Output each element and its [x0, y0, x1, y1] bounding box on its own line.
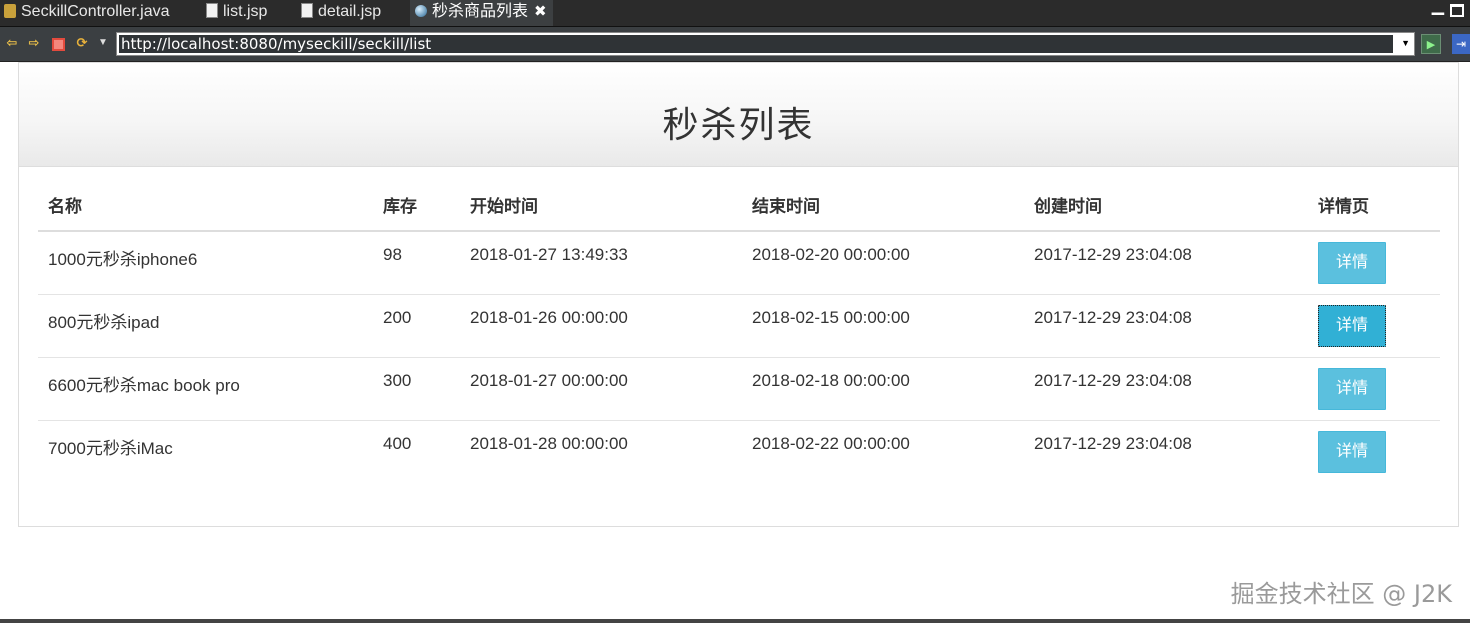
seckill-panel: 秒杀列表 名称 库存 开始时间 结束时间 创建时间 详情页 1000元秒杀iph…	[18, 62, 1459, 527]
create-time: 2017-12-29 23:04:08	[1034, 245, 1192, 264]
tab-label: detail.jsp	[318, 3, 382, 20]
tab-list-jsp[interactable]: list.jsp	[206, 0, 267, 26]
go-icon[interactable]: ▶	[1421, 34, 1441, 54]
browser-toolbar: ⇦ ⇨ ⟳ ▼ http://localhost:8080/myseckill/…	[0, 27, 1470, 62]
detail-button[interactable]: 详情	[1318, 431, 1386, 473]
maximize-icon[interactable]	[1450, 4, 1464, 17]
product-name: 1000元秒杀iphone6	[48, 250, 198, 269]
close-icon[interactable]: ✖	[534, 3, 547, 20]
product-name: 6600元秒杀mac book pro	[48, 376, 240, 395]
seckill-table: 名称 库存 开始时间 结束时间 创建时间 详情页 1000元秒杀iphone6 …	[38, 178, 1440, 483]
end-time: 2018-02-18 00:00:00	[752, 371, 910, 390]
table-row: 800元秒杀ipad 200 2018-01-26 00:00:00 2018-…	[38, 294, 1440, 358]
stock-count: 400	[383, 434, 412, 453]
tab-seckill-list-browser[interactable]: 秒杀商品列表 ✖	[410, 0, 553, 26]
history-dropdown-icon[interactable]: ▼	[95, 35, 111, 51]
table-header-row: 名称 库存 开始时间 结束时间 创建时间 详情页	[38, 178, 1440, 232]
globe-icon	[415, 4, 427, 17]
product-name: 800元秒杀ipad	[48, 313, 160, 332]
tab-label: list.jsp	[223, 3, 268, 20]
panel-heading: 秒杀列表	[19, 63, 1458, 167]
stock-count: 200	[383, 308, 412, 327]
stop-icon[interactable]	[52, 38, 65, 51]
end-time: 2018-02-15 00:00:00	[752, 308, 910, 327]
jsp-file-icon	[301, 3, 313, 19]
end-time: 2018-02-20 00:00:00	[752, 245, 910, 264]
end-time: 2018-02-22 00:00:00	[752, 434, 910, 453]
start-time: 2018-01-26 00:00:00	[470, 308, 628, 327]
column-header-detail: 详情页	[1308, 178, 1440, 232]
create-time: 2017-12-29 23:04:08	[1034, 308, 1192, 327]
column-header-end-time: 结束时间	[742, 178, 1024, 232]
column-header-name: 名称	[38, 178, 373, 232]
watermark: 掘金技术社区 @ J2K	[1230, 580, 1452, 608]
start-time: 2018-01-27 13:49:33	[470, 245, 628, 264]
minimize-icon[interactable]: ▁	[1432, 0, 1444, 16]
url-text[interactable]: http://localhost:8080/myseckill/seckill/…	[119, 35, 1393, 53]
table-row: 6600元秒杀mac book pro 300 2018-01-27 00:00…	[38, 357, 1440, 421]
start-time: 2018-01-27 00:00:00	[470, 371, 628, 390]
create-time: 2017-12-29 23:04:08	[1034, 434, 1192, 453]
detail-button[interactable]: 详情	[1318, 305, 1386, 347]
refresh-icon[interactable]: ⟳	[74, 35, 90, 51]
page-title: 秒杀列表	[662, 105, 815, 146]
product-name: 7000元秒杀iMac	[48, 439, 173, 458]
table-row: 1000元秒杀iphone6 98 2018-01-27 13:49:33 20…	[38, 231, 1440, 295]
detail-button[interactable]: 详情	[1318, 368, 1386, 410]
tab-label: SeckillController.java	[21, 3, 170, 20]
forward-arrow-icon[interactable]: ⇨	[26, 35, 42, 51]
java-file-icon	[4, 3, 16, 18]
tab-seckill-controller[interactable]: SeckillController.java	[4, 0, 170, 26]
column-header-stock: 库存	[373, 178, 460, 232]
back-arrow-icon[interactable]: ⇦	[4, 35, 20, 51]
create-time: 2017-12-29 23:04:08	[1034, 371, 1192, 390]
jsp-file-icon	[206, 3, 218, 19]
url-bar[interactable]: http://localhost:8080/myseckill/seckill/…	[116, 32, 1415, 56]
column-header-create-time: 创建时间	[1024, 178, 1308, 232]
bottom-border	[0, 619, 1470, 623]
stock-count: 300	[383, 371, 412, 390]
table-row: 7000元秒杀iMac 400 2018-01-28 00:00:00 2018…	[38, 421, 1440, 484]
stock-count: 98	[383, 245, 402, 264]
editor-tab-bar: SeckillController.java list.jsp detail.j…	[0, 0, 1470, 27]
tab-label: 秒杀商品列表	[432, 3, 529, 20]
chevron-down-icon[interactable]: ▼	[1401, 38, 1410, 48]
column-header-start-time: 开始时间	[460, 178, 742, 232]
start-time: 2018-01-28 00:00:00	[470, 434, 628, 453]
detail-button[interactable]: 详情	[1318, 242, 1386, 284]
tab-detail-jsp[interactable]: detail.jsp	[301, 0, 381, 26]
open-external-icon[interactable]: ⇥	[1452, 34, 1470, 54]
